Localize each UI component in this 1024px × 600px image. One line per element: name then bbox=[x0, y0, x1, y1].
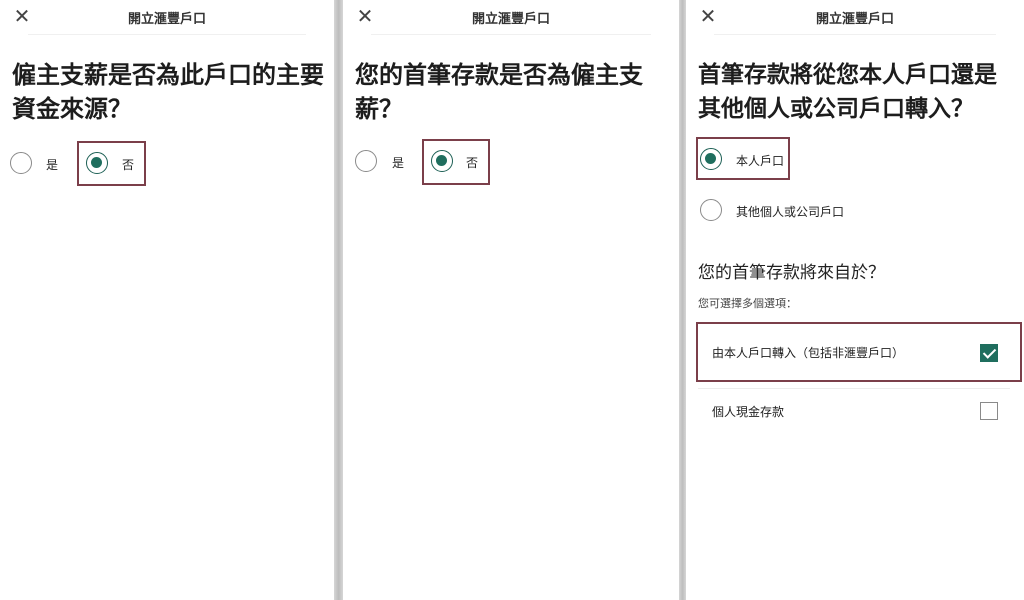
header-divider bbox=[28, 34, 306, 35]
checkbox-cash-deposit-label: 個人現金存款 bbox=[712, 405, 785, 419]
header-divider bbox=[714, 34, 996, 35]
radio-own-account[interactable] bbox=[700, 148, 722, 170]
radio-yes-label: 是 bbox=[46, 158, 59, 172]
radio-no-label: 否 bbox=[466, 156, 479, 170]
radio-no[interactable] bbox=[431, 150, 453, 172]
row-divider bbox=[698, 388, 1010, 389]
panel-separator bbox=[679, 0, 686, 600]
checkbox-own-transfer-label: 由本人戶口轉入（包括非滙豐戶口） bbox=[712, 346, 905, 360]
screen-panel-3: ✕ 開立滙豐戶口 首筆存款將從您本人戶口還是其他個人或公司戶口轉入？ 本人戶口 … bbox=[686, 0, 1024, 600]
checkbox-own-transfer[interactable] bbox=[980, 344, 998, 362]
radio-yes[interactable] bbox=[10, 152, 32, 174]
screen-panel-1: ✕ 開立滙豐戶口 僱主支薪是否為此戶口的主要資金來源？ 是 否 bbox=[0, 0, 334, 600]
header-title: 開立滙豐戶口 bbox=[815, 12, 894, 27]
radio-own-account-label: 本人戶口 bbox=[736, 154, 785, 168]
radio-other-account[interactable] bbox=[700, 199, 722, 221]
radio-no[interactable] bbox=[86, 152, 108, 174]
screen-panel-2: ✕ 開立滙豐戶口 您的首筆存款是否為僱主支薪？ 是 否 bbox=[343, 0, 679, 600]
question-salary-main-source: 僱主支薪是否為此戶口的主要資金來源？ bbox=[12, 61, 324, 123]
question-deposit-source-account: 首筆存款將從您本人戶口還是其他個人或公司戶口轉入？ bbox=[698, 62, 997, 122]
question-first-deposit-salary: 您的首筆存款是否為僱主支薪？ bbox=[355, 61, 643, 123]
radio-yes-label: 是 bbox=[392, 156, 405, 170]
multi-select-hint: 您可選擇多個選項： bbox=[698, 297, 797, 310]
radio-yes[interactable] bbox=[355, 150, 377, 172]
header-title: 開立滙豐戶口 bbox=[471, 12, 550, 27]
checkbox-cash-deposit[interactable] bbox=[980, 402, 998, 420]
sub-question-deposit-origin: 您的首筆存款將來自於？ bbox=[698, 263, 885, 283]
header-title: 開立滙豐戶口 bbox=[127, 12, 206, 27]
radio-no-label: 否 bbox=[122, 158, 135, 172]
header-divider bbox=[371, 34, 651, 35]
panel-separator bbox=[334, 0, 343, 600]
radio-other-account-label: 其他個人或公司戶口 bbox=[736, 205, 845, 219]
